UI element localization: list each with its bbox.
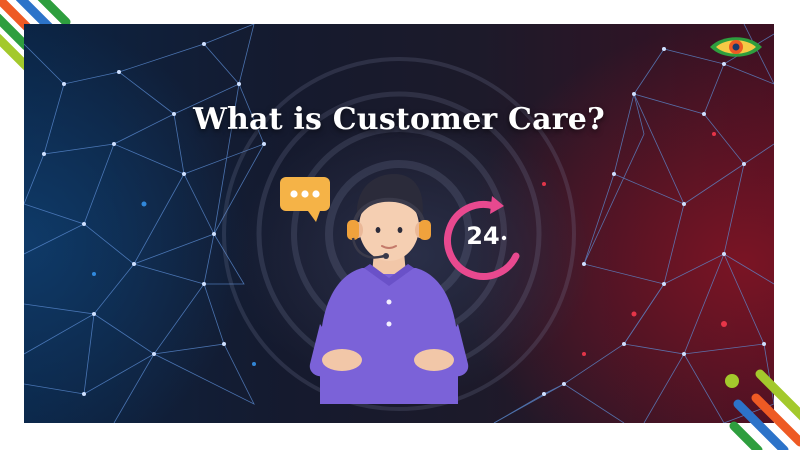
corner-stripes-bottom-right bbox=[725, 369, 800, 450]
chat-bubble-icon bbox=[280, 177, 330, 222]
page: What is Customer Care? 24 bbox=[0, 0, 800, 450]
hero-banner: What is Customer Care? 24 bbox=[24, 24, 774, 423]
eye-logo-icon bbox=[710, 37, 762, 57]
24-hour-clock-icon: 24 bbox=[444, 196, 520, 280]
support-agent-illustration: 24 bbox=[280, 174, 520, 404]
clock-24-label: 24 bbox=[466, 222, 499, 250]
